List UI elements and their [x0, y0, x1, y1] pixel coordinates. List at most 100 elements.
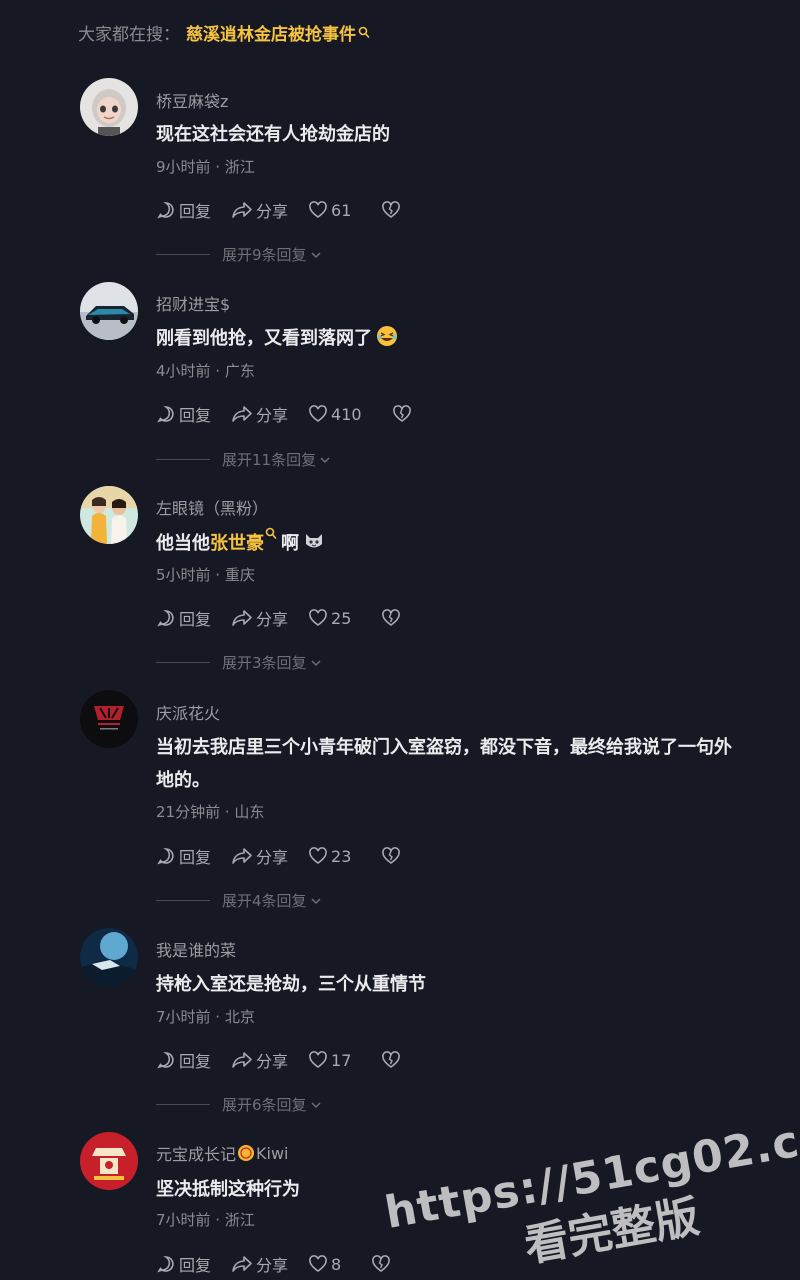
dislike-button[interactable]	[371, 1254, 391, 1274]
comment-meta: 21分钟前 · 山东	[156, 803, 265, 821]
comment-text: 持枪入室还是抢劫，三个从重情节	[156, 974, 426, 995]
dislike-button[interactable]	[381, 846, 401, 866]
expand-replies[interactable]: 展开9条回复	[156, 244, 322, 265]
search-icon	[358, 26, 370, 38]
share-label: 分享	[256, 1052, 289, 1071]
reply-label: 回复	[179, 202, 212, 221]
comment-text: 现在这社会还有人抢劫金店的	[156, 124, 390, 145]
share-icon	[232, 1052, 252, 1068]
avatar[interactable]	[80, 78, 138, 136]
broken-heart-icon	[382, 609, 401, 626]
comment-meta: 9小时前 · 浙江	[156, 158, 255, 176]
broken-heart-icon	[392, 405, 411, 422]
expand-replies[interactable]: 展开3条回复	[156, 652, 322, 673]
comment-text-before: 他当他	[156, 533, 210, 554]
expand-label: 展开11条回复	[222, 451, 317, 469]
reply-button[interactable]: 回复	[156, 606, 211, 630]
comment-page: 大家都在搜： 慈溪逍林金店被抢事件 桥豆麻袋z 现在这社会还有人抢劫金店的 9小…	[0, 0, 800, 1280]
reply-label: 回复	[179, 1256, 212, 1275]
heart-icon	[309, 1255, 327, 1272]
reply-label: 回复	[179, 406, 212, 425]
avatar[interactable]	[80, 928, 138, 986]
dislike-button[interactable]	[381, 1050, 401, 1070]
comment-username[interactable]: 庆派花火	[156, 700, 220, 724]
reply-button[interactable]: 回复	[156, 1048, 211, 1072]
gold-badge-icon	[238, 1145, 255, 1161]
comment-username[interactable]: 桥豆麻袋z	[156, 88, 228, 112]
chevron-down-icon	[311, 897, 321, 904]
share-button[interactable]: 分享	[231, 844, 288, 868]
share-button[interactable]: 分享	[231, 606, 288, 630]
laughing-emoji-icon	[377, 326, 397, 346]
like-count: 8	[331, 1254, 342, 1274]
comment-actions: 回复 分享 23	[156, 844, 401, 868]
search-icon	[265, 527, 277, 539]
dislike-button[interactable]	[392, 404, 412, 424]
reply-icon	[157, 1052, 174, 1069]
like-count: 410	[331, 404, 362, 424]
username-part: 元宝成长记	[156, 1145, 237, 1164]
comment-username[interactable]: 招财进宝$	[156, 291, 230, 315]
broken-heart-icon	[372, 1255, 391, 1272]
comment-username[interactable]: 我是谁的菜	[156, 937, 236, 961]
hot-search-keyword[interactable]: 慈溪逍林金店被抢事件	[186, 20, 356, 45]
expand-replies[interactable]: 展开11条回复	[156, 449, 331, 470]
like-button[interactable]: 8	[308, 1254, 341, 1274]
divider-line	[156, 1104, 210, 1105]
dislike-button[interactable]	[381, 200, 401, 220]
reply-button[interactable]: 回复	[156, 198, 211, 222]
comment-meta: 4小时前 · 广东	[156, 362, 255, 380]
comment-username[interactable]: 元宝成长记 Kiwi	[156, 1141, 288, 1165]
comment-text-after: 啊	[281, 533, 299, 554]
heart-icon	[309, 1051, 327, 1068]
avatar[interactable]	[80, 282, 138, 340]
share-label: 分享	[256, 610, 289, 629]
share-button[interactable]: 分享	[231, 402, 288, 426]
comment-username[interactable]: 左眼镜（黑粉）	[156, 495, 268, 519]
reply-button[interactable]: 回复	[156, 844, 211, 868]
like-button[interactable]: 25	[308, 608, 351, 628]
expand-label: 展开4条回复	[222, 892, 307, 910]
broken-heart-icon	[382, 1051, 401, 1068]
comment-text: 他当他张世豪啊	[156, 527, 746, 560]
reply-button[interactable]: 回复	[156, 402, 211, 426]
expand-replies[interactable]: 展开4条回复	[156, 890, 322, 911]
like-count: 23	[331, 846, 352, 866]
share-label: 分享	[256, 1256, 289, 1275]
hot-search-prefix: 大家都在搜：	[78, 25, 180, 45]
heart-icon	[309, 201, 327, 218]
avatar[interactable]	[80, 1132, 138, 1190]
comment-text: 当初去我店里三个小青年破门入室盗窃，都没下音，最终给我说了一句外地的。	[156, 737, 732, 791]
like-count: 61	[331, 200, 352, 220]
reply-label: 回复	[179, 610, 212, 629]
heart-icon	[309, 405, 327, 422]
share-button[interactable]: 分享	[231, 1048, 288, 1072]
avatar[interactable]	[80, 690, 138, 748]
comment-text: 刚看到他抢，又看到落网了	[156, 322, 746, 355]
avatar[interactable]	[80, 486, 138, 544]
hot-search-bar[interactable]: 大家都在搜： 慈溪逍林金店被抢事件	[78, 20, 370, 45]
reply-icon	[157, 848, 174, 865]
reply-button[interactable]: 回复	[156, 1252, 211, 1276]
comment-text-content: 刚看到他抢，又看到落网了	[156, 328, 372, 349]
mention-link[interactable]: 张世豪	[210, 533, 264, 554]
share-icon	[232, 848, 252, 864]
share-label: 分享	[256, 848, 289, 867]
like-button[interactable]: 23	[308, 846, 351, 866]
reply-icon	[157, 202, 174, 219]
share-button[interactable]: 分享	[231, 198, 288, 222]
like-button[interactable]: 410	[308, 404, 362, 424]
expand-replies[interactable]: 展开6条回复	[156, 1094, 322, 1115]
reply-label: 回复	[179, 1052, 212, 1071]
divider-line	[156, 254, 210, 255]
share-label: 分享	[256, 202, 289, 221]
comment-actions: 回复 分享 8	[156, 1252, 391, 1276]
divider-line	[156, 459, 210, 460]
dislike-button[interactable]	[381, 608, 401, 628]
share-icon	[232, 202, 252, 218]
share-icon	[232, 406, 252, 422]
share-button[interactable]: 分享	[231, 1252, 288, 1276]
comment-actions: 回复 分享 25	[156, 606, 401, 630]
like-button[interactable]: 61	[308, 200, 351, 220]
like-button[interactable]: 17	[308, 1050, 351, 1070]
